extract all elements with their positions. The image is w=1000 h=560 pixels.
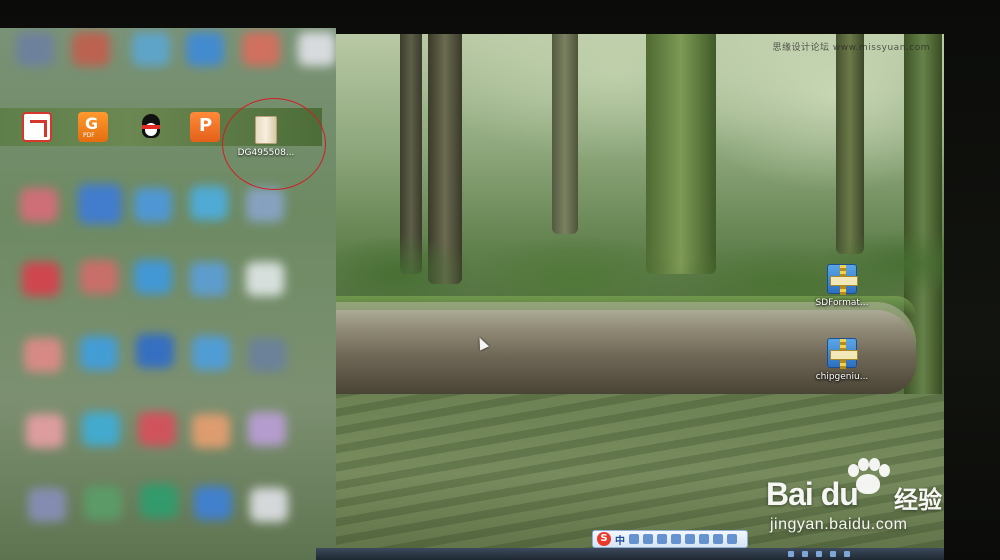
blurred-tile <box>134 188 172 222</box>
punctuation-icon[interactable] <box>643 534 653 544</box>
desktop-icon-sdformatter[interactable]: SDFormat... <box>810 264 874 308</box>
ime-mode-toggle[interactable]: 中 <box>615 532 625 547</box>
blurred-tile <box>72 32 110 66</box>
wps-logo-glyph: P <box>199 115 213 136</box>
blurred-tile <box>136 334 174 368</box>
paw-pad <box>856 474 880 494</box>
shirt-icon[interactable] <box>713 534 723 544</box>
blurred-tile <box>16 32 54 66</box>
blurred-tile <box>186 32 224 66</box>
blurred-tile <box>192 336 230 370</box>
highlight-circle <box>222 98 326 190</box>
pdf-logo-glyph: G <box>85 114 99 133</box>
blurred-tile <box>80 336 118 370</box>
winrar-archive-icon <box>827 338 858 369</box>
tray-icon[interactable] <box>830 551 836 557</box>
blurred-tile <box>20 188 58 222</box>
tray-icon[interactable] <box>816 551 822 557</box>
blurred-tile <box>250 488 288 522</box>
blurred-tile <box>190 186 228 220</box>
tray-icon[interactable] <box>844 551 850 557</box>
wps-app-icon[interactable]: P <box>190 112 220 142</box>
tray-icon[interactable] <box>802 551 808 557</box>
blurred-tile <box>24 338 62 372</box>
baidu-wordmark: Bai du <box>766 476 859 512</box>
ime-toolbar[interactable]: S 中 <box>592 530 748 548</box>
taskbar[interactable] <box>316 548 944 560</box>
blurred-tile <box>26 414 64 448</box>
blurred-tile <box>242 32 280 66</box>
desktop-icon-label: SDFormat... <box>815 298 869 308</box>
desktop-icon-chipgenius[interactable]: chipgeniu... <box>810 338 874 382</box>
keyboard-icon[interactable] <box>685 534 695 544</box>
paw-toe <box>858 458 869 471</box>
desktop-icon-label: chipgeniu... <box>815 372 869 382</box>
blurred-tile <box>80 260 118 294</box>
blurred-tile <box>84 486 122 520</box>
blurred-tile <box>248 412 286 446</box>
grid-icon[interactable] <box>699 534 709 544</box>
pdf-label: PDF <box>83 132 95 139</box>
blurred-tile <box>140 484 178 518</box>
tray-icon[interactable] <box>788 551 794 557</box>
monitor-frame: 思缘设计论坛 www.missyuan.com SDFormat... chip… <box>0 0 1000 560</box>
blurred-tile <box>138 412 176 446</box>
wrench-icon[interactable] <box>727 534 737 544</box>
blurred-tile <box>82 412 120 446</box>
pdf-reader-icon[interactable]: G PDF <box>78 112 108 142</box>
microphone-icon[interactable] <box>671 534 681 544</box>
qq-scarf <box>142 125 160 129</box>
blurred-tile <box>192 414 230 448</box>
blurred-tile <box>78 184 122 224</box>
blurred-tile <box>132 32 170 66</box>
sogou-logo-icon[interactable]: S <box>597 532 611 546</box>
blurred-tile <box>246 262 284 296</box>
winrar-archive-icon <box>827 264 858 295</box>
office-app-icon[interactable] <box>22 112 52 142</box>
jingyan-title: 经验 <box>894 486 942 514</box>
emoji-icon[interactable] <box>657 534 667 544</box>
watermark-url: jingyan.baidu.com <box>770 516 908 533</box>
blurred-tile <box>298 32 336 66</box>
blurred-tile <box>28 488 66 522</box>
blurred-tile <box>246 188 284 222</box>
start-screen-panel: G PDF P DG495508... <box>0 28 336 560</box>
paw-toe <box>879 464 890 477</box>
blurred-tile <box>248 338 286 372</box>
blurred-tile <box>194 486 232 520</box>
qq-penguin-icon[interactable] <box>136 112 166 142</box>
blurred-tile <box>134 260 172 294</box>
moon-icon[interactable] <box>629 534 639 544</box>
site-watermark: 思缘设计论坛 www.missyuan.com <box>772 43 930 53</box>
blurred-tile <box>22 262 60 296</box>
baidu-jingyan-watermark: Bai du 经验 jingyan.baidu.com <box>766 458 966 540</box>
blurred-tile <box>190 262 228 296</box>
